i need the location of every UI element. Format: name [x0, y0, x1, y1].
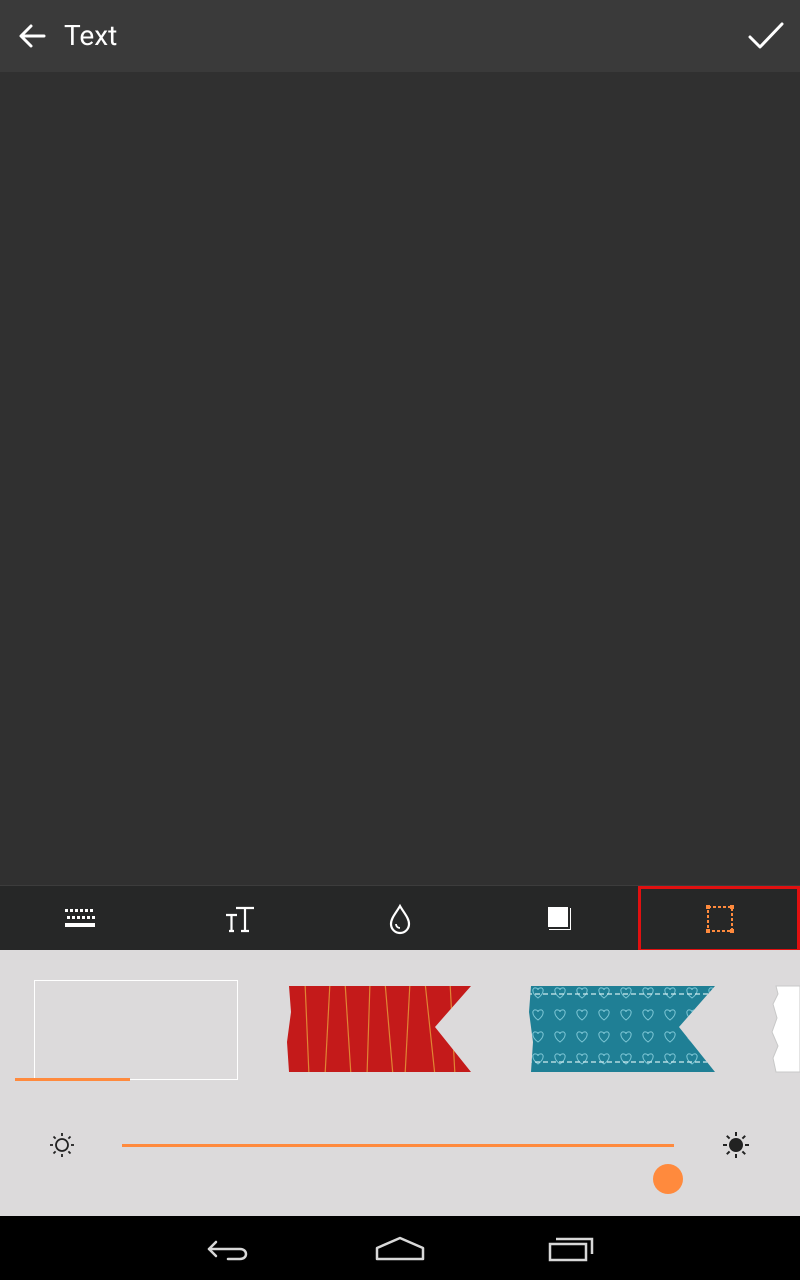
frame-dashed-icon — [706, 904, 734, 933]
nav-home-button[interactable] — [370, 1228, 430, 1268]
background-red-ribbon-thumbnail[interactable] — [285, 982, 475, 1076]
background-none-thumbnail[interactable] — [34, 980, 238, 1080]
tab-keyboard[interactable] — [0, 886, 160, 951]
confirm-button[interactable] — [746, 18, 786, 54]
font-size-icon — [226, 906, 254, 932]
arrow-back-icon — [19, 24, 46, 48]
opacity-slider-row — [0, 1110, 800, 1194]
nav-back-button[interactable] — [200, 1228, 260, 1268]
background-white-torn-thumbnail[interactable] — [770, 982, 800, 1076]
app-bar: Text — [0, 0, 800, 72]
back-button[interactable] — [14, 18, 50, 54]
editing-canvas[interactable] — [0, 72, 800, 885]
tab-font-size[interactable] — [160, 886, 320, 951]
tab-shadow[interactable] — [480, 886, 640, 951]
background-panel — [0, 950, 800, 1216]
page-title: Text — [64, 19, 118, 52]
brightness-low-icon — [50, 1133, 74, 1157]
nav-recents-button[interactable] — [542, 1228, 602, 1268]
tab-text-color[interactable] — [320, 886, 480, 951]
nav-home-icon — [375, 1236, 425, 1261]
text-tool-tabbar — [0, 885, 800, 952]
white-torn-ribbon-image — [771, 985, 800, 1073]
system-nav-bar — [0, 1216, 800, 1280]
nav-back-icon — [207, 1240, 248, 1261]
red-ribbon-image — [287, 986, 471, 1072]
opacity-slider-thumb[interactable] — [653, 1164, 683, 1194]
checkmark-icon — [748, 22, 784, 49]
background-thumbnails — [0, 950, 800, 1090]
color-drop-icon — [389, 903, 411, 934]
shadow-box-icon — [546, 904, 571, 930]
background-teal-hearts-thumbnail[interactable] — [527, 982, 719, 1076]
opacity-slider-track[interactable] — [122, 1144, 683, 1194]
nav-recents-icon — [548, 1237, 594, 1262]
brightness-high-icon — [723, 1132, 749, 1158]
selected-indicator — [15, 1078, 130, 1081]
teal-hearts-ribbon-image — [529, 986, 715, 1072]
keyboard-icon — [65, 908, 95, 927]
tab-background-frame[interactable] — [638, 886, 800, 952]
